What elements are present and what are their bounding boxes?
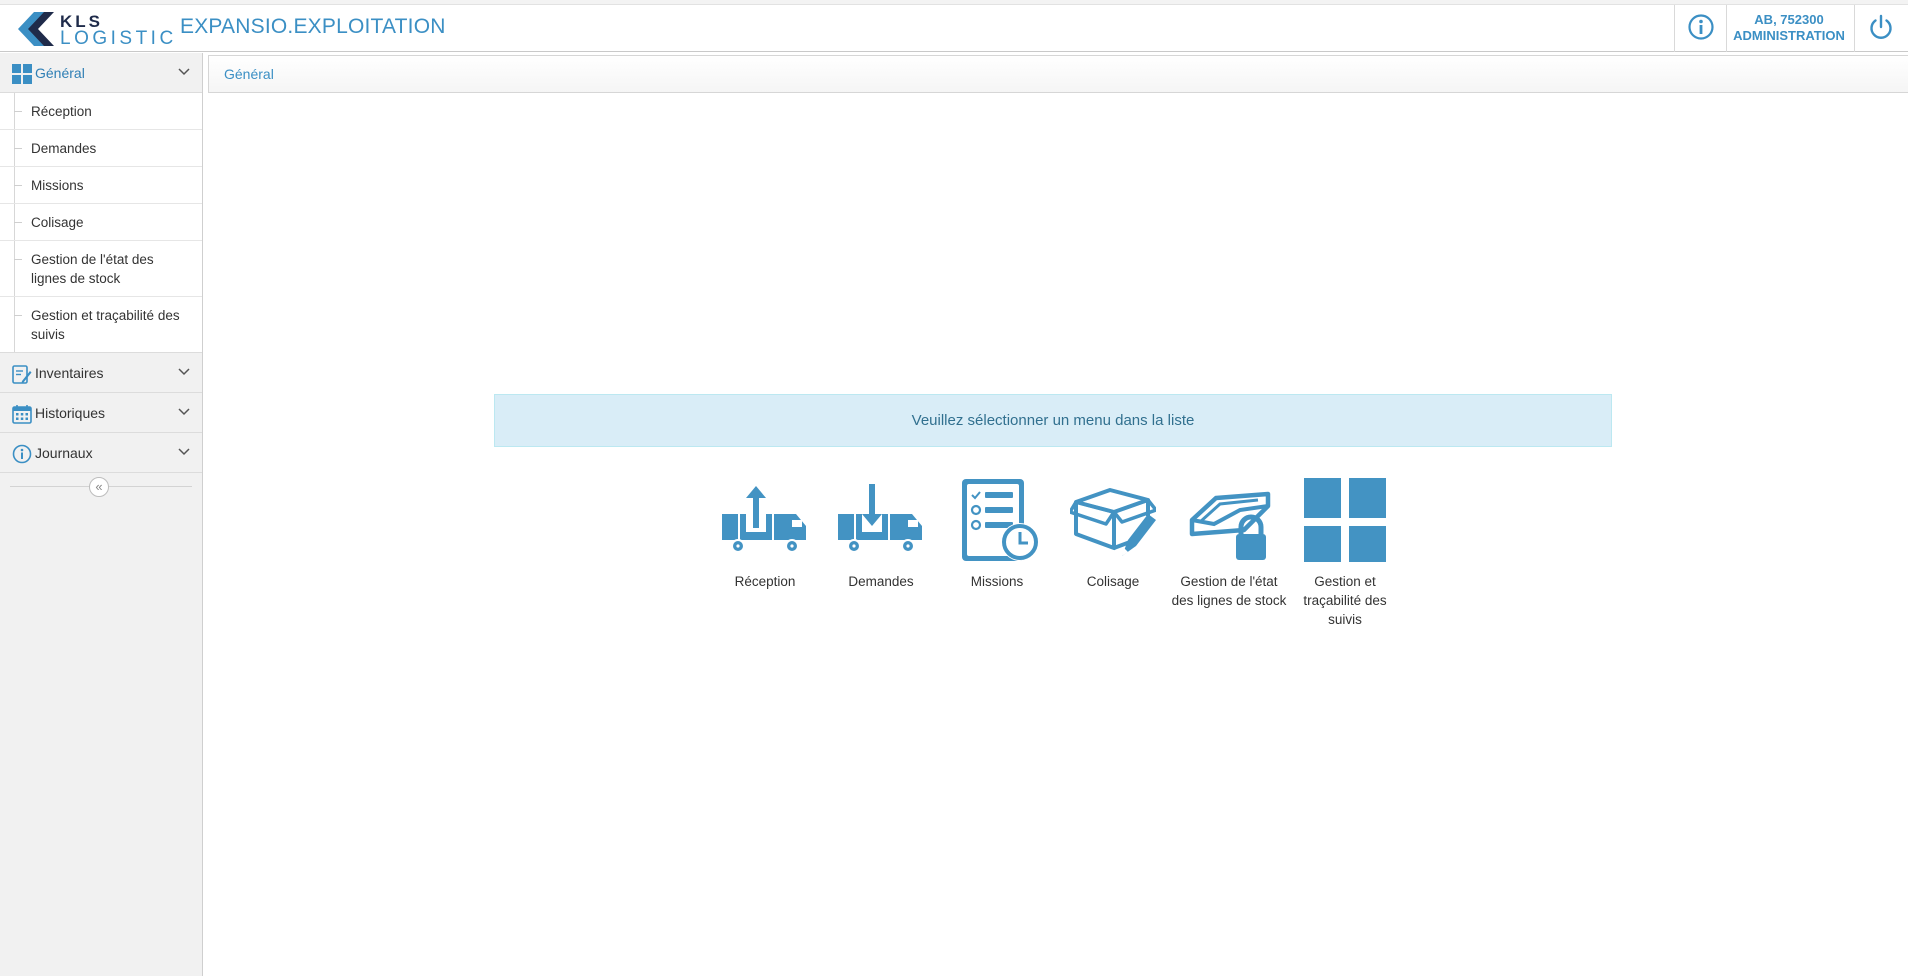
calendar-icon (12, 405, 32, 424)
info-icon (12, 444, 32, 464)
sidebar-section-historiques[interactable]: Historiques (0, 393, 202, 433)
sidebar-section-label: Journaux (35, 445, 93, 461)
sidebar-section-general[interactable]: Général (0, 53, 202, 93)
header-divider (1674, 5, 1675, 52)
checklist-clock-icon (962, 479, 1039, 561)
inventory-edit-icon (12, 365, 32, 384)
logout-button[interactable] (1866, 12, 1896, 42)
breadcrumb-item-general[interactable]: Général (224, 66, 274, 82)
sidebar-item-demandes[interactable]: Demandes (0, 130, 202, 167)
grid-icon (12, 64, 32, 84)
tile-missions[interactable]: Missions (939, 476, 1055, 591)
tile-label: Demandes (848, 574, 914, 589)
sidebar-section-journaux[interactable]: Journaux (0, 433, 202, 473)
sidebar-item-colisage[interactable]: Colisage (0, 204, 202, 241)
sidebar-collapse-button[interactable]: « (89, 477, 109, 497)
sidebar-section-label: Inventaires (35, 365, 104, 381)
sidebar-item-gestion-tracabilite-suivis[interactable]: Gestion et traçabilité des suivis (0, 297, 202, 352)
tray-lock-icon (1189, 491, 1271, 560)
power-icon (1870, 14, 1892, 39)
breadcrumb: Général (208, 55, 1908, 93)
app-title: EXPANSIO.EXPLOITATION (180, 15, 446, 38)
tile-gestion-tracabilite-suivis[interactable]: Gestion et traçabilité des suivis (1287, 476, 1403, 629)
chevron-down-icon (178, 68, 190, 76)
chevron-down-icon (178, 408, 190, 416)
top-strip (0, 0, 1908, 5)
truck-download-icon (838, 484, 922, 553)
box-pencil-icon (1070, 488, 1156, 556)
user-info[interactable]: AB, 752300 ADMINISTRATION (1728, 12, 1850, 44)
user-role: ADMINISTRATION (1733, 28, 1845, 43)
tile-label: Réception (734, 574, 796, 589)
tile-label: Missions (970, 574, 1024, 589)
sidebar-item-reception[interactable]: Réception (0, 93, 202, 130)
user-id: AB, 752300 (1754, 12, 1824, 27)
top-header: KLS LOGISTIC EXPANSIO.EXPLOITATION AB, 7… (0, 0, 1908, 52)
tile-colisage[interactable]: Colisage (1055, 476, 1171, 591)
sidebar-collapse-row: « (0, 473, 202, 499)
double-chevron-left-icon: « (95, 479, 103, 494)
kls-logo[interactable]: KLS LOGISTIC (16, 10, 173, 49)
sidebar-section-label: Historiques (35, 405, 106, 421)
tile-reception[interactable]: Réception (707, 476, 823, 591)
tile-demandes[interactable]: Demandes (823, 476, 939, 591)
chevron-down-icon (178, 448, 190, 456)
tile-gestion-etat-lignes-stock[interactable]: Gestion de l'état des lignes de stock (1171, 476, 1287, 610)
truck-upload-icon (722, 486, 806, 553)
grid-icon (1304, 478, 1386, 562)
sidebar-general-submenu: Réception Demandes Missions Colisage Ges… (0, 93, 202, 353)
info-icon (1688, 14, 1714, 40)
tile-label: Gestion et traçabilité des suivis (1303, 574, 1387, 627)
sidebar-section-inventaires[interactable]: Inventaires (0, 353, 202, 393)
sidebar: Général Réception Demandes Missions Coli… (0, 53, 203, 976)
logo-logistic-text: LOGISTIC (60, 28, 177, 49)
sidebar-section-label: Général (35, 65, 85, 81)
chevron-down-icon (178, 368, 190, 376)
module-tiles: Réception Demandes Missions Colisage Ges… (707, 476, 1407, 636)
info-message: Veuillez sélectionner un menu dans la li… (494, 394, 1612, 447)
sidebar-item-gestion-etat-lignes-stock[interactable]: Gestion de l'état des lignes de stock (0, 241, 202, 297)
kls-chevron-logo-icon (18, 12, 54, 46)
tile-label: Gestion de l'état des lignes de stock (1171, 574, 1287, 608)
header-divider (1854, 5, 1855, 52)
header-divider (1726, 5, 1727, 52)
info-button[interactable] (1686, 12, 1716, 42)
sidebar-item-missions[interactable]: Missions (0, 167, 202, 204)
tile-label: Colisage (1086, 574, 1140, 589)
